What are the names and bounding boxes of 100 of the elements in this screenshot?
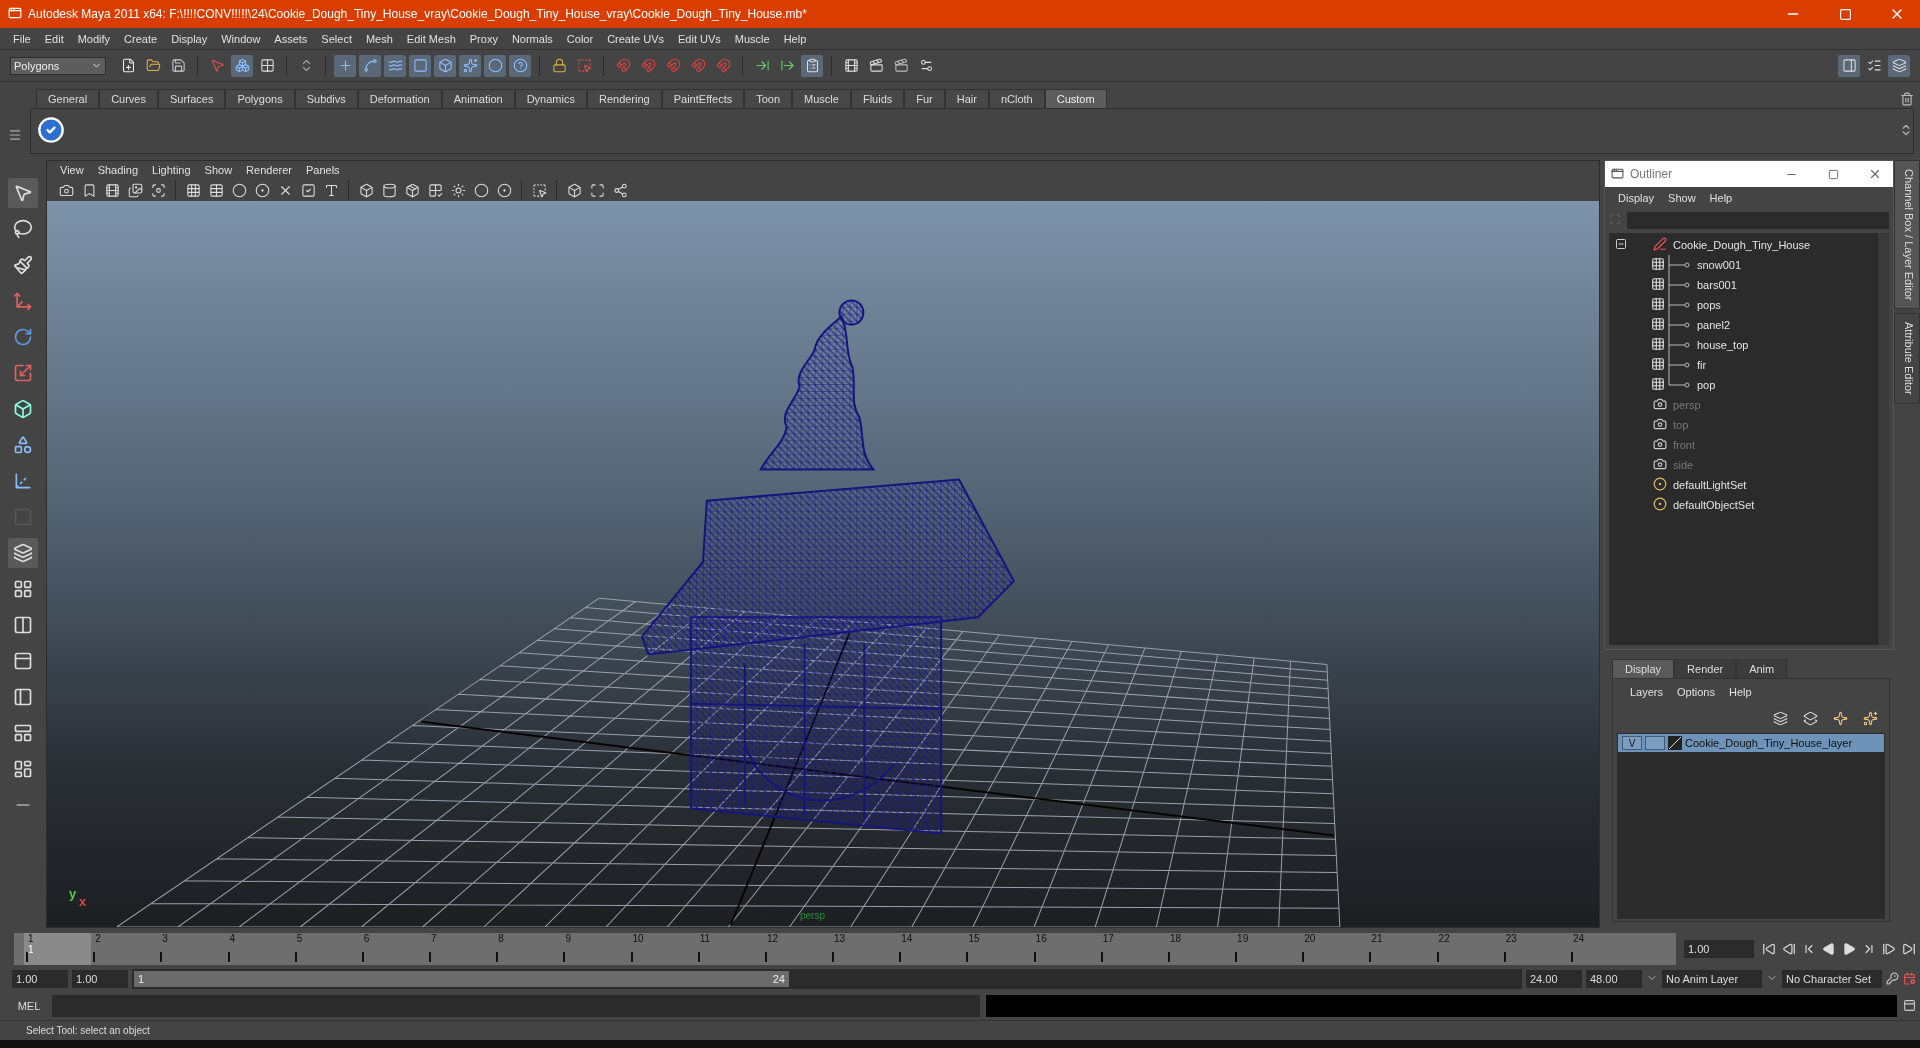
step-forward-key-icon[interactable] (1862, 942, 1876, 956)
menu-item[interactable]: File (6, 32, 38, 45)
history-icon[interactable] (801, 54, 823, 77)
select-object-icon[interactable] (231, 54, 253, 77)
single-pane-icon[interactable] (8, 538, 38, 568)
menu-item[interactable]: Assets (267, 32, 315, 45)
shelf-tab[interactable]: Fluids (850, 89, 905, 108)
playback-toggle[interactable] (1645, 736, 1665, 750)
menu-item[interactable]: Edit UVs (671, 32, 728, 45)
particle-icon[interactable] (459, 54, 481, 77)
menu-item[interactable]: Help (1702, 192, 1740, 204)
menu-set-dropdown[interactable]: Polygons (10, 56, 106, 75)
menu-item[interactable]: Window (214, 32, 268, 45)
visibility-toggle[interactable]: V (1622, 736, 1642, 750)
shelf-tab[interactable]: Curves (99, 89, 158, 108)
menu-item[interactable]: Modify (70, 32, 118, 45)
menu-item[interactable]: Layers (1623, 686, 1671, 698)
menu-item[interactable]: Help (776, 32, 814, 45)
step-back-icon[interactable] (1782, 942, 1796, 956)
panel-menu-item[interactable]: Show (197, 164, 240, 176)
menu-item[interactable]: Show (1661, 192, 1703, 204)
outliner-item[interactable]: pops (1697, 299, 1721, 311)
channel-box-icon[interactable] (1838, 54, 1860, 77)
shelf-tab[interactable]: Fur (904, 89, 945, 108)
trash-icon[interactable] (1900, 92, 1914, 108)
play-forward-icon[interactable] (1842, 942, 1856, 956)
end-time-field[interactable]: 48.00 (1586, 970, 1642, 988)
menu-item[interactable]: Edit Mesh (399, 32, 463, 45)
start-time-field[interactable]: 1.00 (12, 970, 68, 988)
surface-icon[interactable] (409, 54, 431, 77)
maximize-icon[interactable] (1827, 168, 1839, 180)
layer-tab[interactable]: Anim (1736, 659, 1788, 678)
outliner-item[interactable]: defaultObjectSet (1673, 499, 1755, 511)
panel-menu-item[interactable]: Renderer (239, 164, 299, 176)
preferences-icon[interactable] (1903, 971, 1916, 987)
menu-item[interactable]: Create (117, 32, 165, 45)
panel-menu-item[interactable]: View (53, 164, 91, 176)
shelf-tab[interactable]: Custom (1044, 89, 1107, 108)
select-tool-icon[interactable] (8, 178, 38, 208)
script-editor-icon[interactable] (1903, 998, 1916, 1014)
curve-icon[interactable] (384, 54, 406, 77)
attribute-editor-icon[interactable] (1888, 54, 1910, 77)
outliner-item[interactable]: bars001 (1697, 279, 1737, 291)
menu-item[interactable]: Select (314, 32, 359, 45)
anim-layer-field[interactable]: No Anim Layer (1662, 970, 1762, 988)
shelf-tab[interactable]: Rendering (586, 89, 662, 108)
go-to-end-icon[interactable] (1902, 942, 1916, 956)
menu-item[interactable]: Color (559, 32, 601, 45)
layer-tab[interactable]: Display (1612, 659, 1675, 678)
layer-row[interactable]: V Cookie_Dough_Tiny_House_layer (1618, 734, 1884, 752)
command-input[interactable] (52, 995, 980, 1017)
shelf-tab[interactable]: nCloth (988, 89, 1045, 108)
close-icon[interactable] (1868, 167, 1882, 181)
shelf-tab[interactable]: Deformation (357, 89, 442, 108)
shelf-tab[interactable]: Muscle (792, 89, 851, 108)
deformer-icon[interactable] (434, 54, 456, 77)
outliner-item[interactable]: Cookie_Dough_Tiny_House (1673, 239, 1811, 251)
step-forward-icon[interactable] (1882, 942, 1896, 956)
side-tab[interactable]: Attribute Editor (1894, 313, 1920, 405)
command-language-label[interactable]: MEL (12, 1000, 46, 1012)
scrollbar[interactable] (1877, 233, 1889, 645)
search-field[interactable] (1627, 211, 1889, 229)
outliner-item[interactable]: pop (1697, 379, 1716, 391)
playback-end-field[interactable]: 24.00 (1526, 970, 1582, 988)
handle-icon[interactable] (334, 54, 356, 77)
menu-item[interactable]: Muscle (727, 32, 777, 45)
menu-item[interactable]: Proxy (462, 32, 505, 45)
panel-menu-item[interactable]: Shading (90, 164, 146, 176)
step-back-key-icon[interactable] (1802, 942, 1816, 956)
time-slider[interactable]: 1 1 2 3 4 5 6 7 8 9 10 11 12 13 14 15 16 17 18 19 20 21 22 23 24 (14, 933, 1676, 965)
rendering-icon[interactable] (484, 54, 506, 77)
panel-menu-item[interactable]: Panels (298, 164, 347, 176)
help-icon[interactable] (509, 54, 531, 77)
layer-tab[interactable]: Render (1674, 659, 1737, 678)
shelf-tab[interactable]: Surfaces (158, 89, 226, 108)
outliner-item[interactable]: snow001 (1697, 259, 1742, 271)
outliner-item[interactable]: defaultLightSet (1673, 479, 1747, 491)
shelf-tab[interactable]: Toon (744, 89, 793, 108)
joint-icon[interactable] (359, 54, 381, 77)
menu-item[interactable]: Edit (37, 32, 71, 45)
key-icon[interactable] (1886, 971, 1899, 987)
menu-item[interactable]: Normals (504, 32, 560, 45)
menu-item[interactable]: Display (1611, 192, 1662, 204)
character-set-field[interactable]: No Character Set (1782, 970, 1882, 988)
shelf-tab[interactable]: Animation (441, 89, 515, 108)
go-to-start-icon[interactable] (1762, 942, 1776, 956)
play-backward-icon[interactable] (1822, 942, 1836, 956)
outliner-item[interactable]: fir (1697, 359, 1707, 371)
menu-item[interactable]: Help (1721, 686, 1759, 698)
outliner-item[interactable]: panel2 (1697, 319, 1731, 331)
shelf-tab[interactable]: Dynamics (514, 89, 587, 108)
menu-item[interactable]: Display (164, 32, 215, 45)
menu-item[interactable]: Create UVs (600, 32, 671, 45)
playback-start-field[interactable]: 1.00 (72, 970, 128, 988)
shelf-tab[interactable]: Polygons (225, 89, 295, 108)
viewport[interactable]: y x persp (47, 201, 1599, 927)
shelf-tab[interactable]: Subdivs (294, 89, 358, 108)
menu-item[interactable]: Options (1670, 686, 1722, 698)
side-tab[interactable]: Channel Box / Layer Editor (1894, 160, 1920, 310)
panel-menu-item[interactable]: Lighting (145, 164, 198, 176)
